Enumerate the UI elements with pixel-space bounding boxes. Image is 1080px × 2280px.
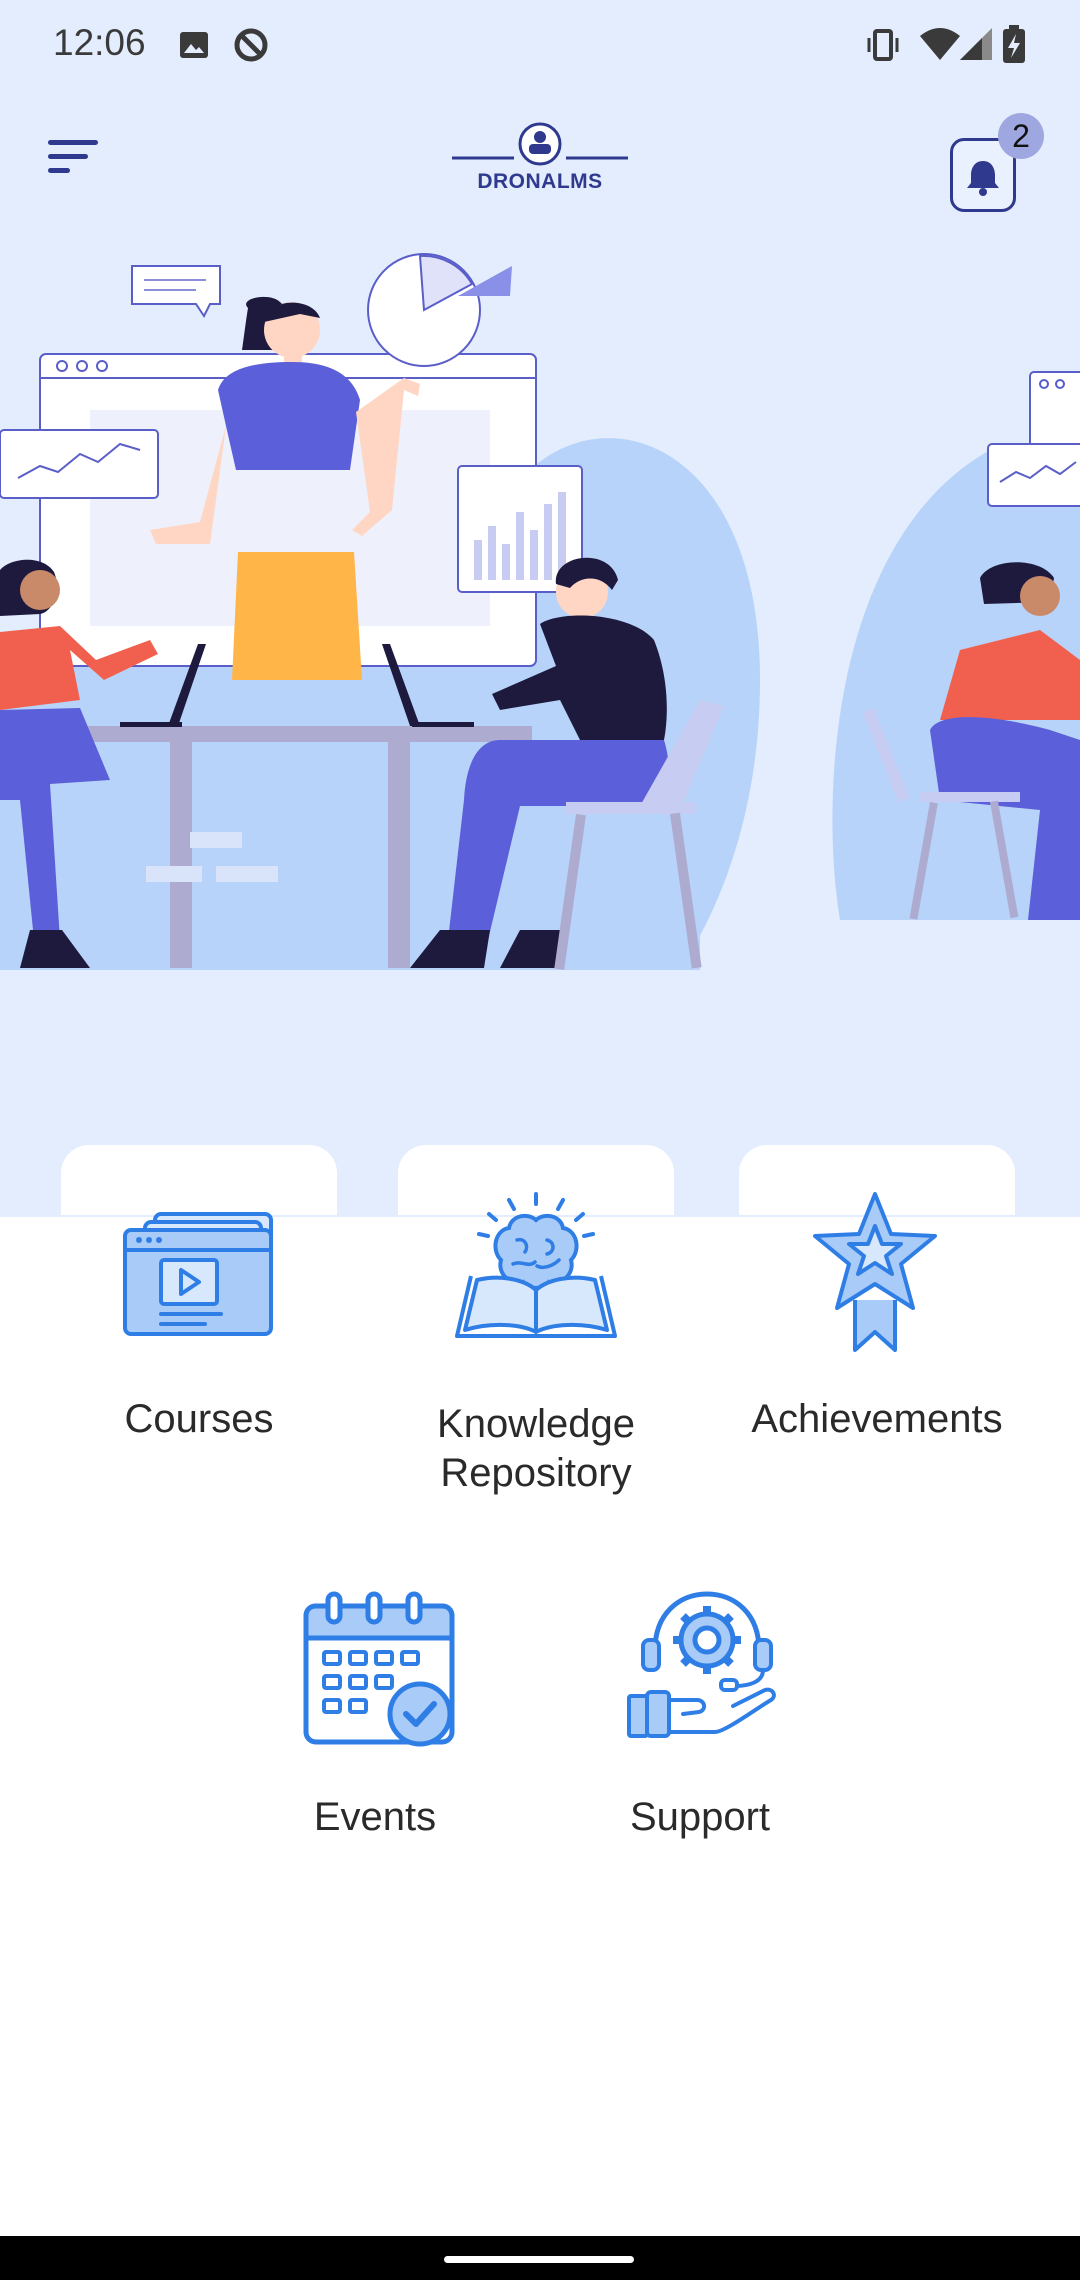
home-handle[interactable] xyxy=(444,2256,634,2263)
support-hand-gear-icon xyxy=(627,1591,776,1738)
tile-achievements[interactable]: Achievements xyxy=(739,1145,1015,1505)
logo-text: DRONALMS xyxy=(477,170,603,193)
status-time: 12:06 xyxy=(53,22,146,63)
wifi-icon xyxy=(920,28,960,60)
tile-achievements-label: Achievements xyxy=(751,1397,1003,1441)
image-icon xyxy=(180,32,208,58)
tile-knowledge-repository-label: Knowledge Repository xyxy=(437,1402,635,1495)
battery-charging-icon xyxy=(1003,25,1025,63)
tile-events-label: Events xyxy=(313,1795,437,1839)
tile-support-label: Support xyxy=(629,1795,771,1839)
calendar-check-icon xyxy=(303,1591,455,1747)
tile-support[interactable]: Support xyxy=(600,1590,800,1860)
team-meeting-illustration xyxy=(0,253,1080,970)
star-award-icon xyxy=(813,1192,937,1352)
brain-book-icon xyxy=(455,1192,617,1338)
video-course-icon xyxy=(123,1212,273,1336)
vibrate-icon xyxy=(867,29,899,61)
tile-events[interactable]: Events xyxy=(280,1590,470,1860)
tile-courses-label: Courses xyxy=(124,1397,274,1441)
tile-courses[interactable]: Courses xyxy=(61,1145,337,1505)
notification-badge: 2 xyxy=(998,113,1044,159)
sync-disabled-icon xyxy=(234,28,268,62)
hero-illustration xyxy=(0,240,1080,970)
app-logo: DRONALMS xyxy=(452,118,628,198)
logo-emblem-icon xyxy=(452,122,628,166)
menu-button[interactable] xyxy=(40,130,110,190)
tile-knowledge-repository[interactable]: Knowledge Repository xyxy=(398,1145,674,1505)
menu-icon xyxy=(48,140,98,145)
status-bar: 12:06 xyxy=(0,0,1080,90)
signal-icon xyxy=(960,28,992,60)
